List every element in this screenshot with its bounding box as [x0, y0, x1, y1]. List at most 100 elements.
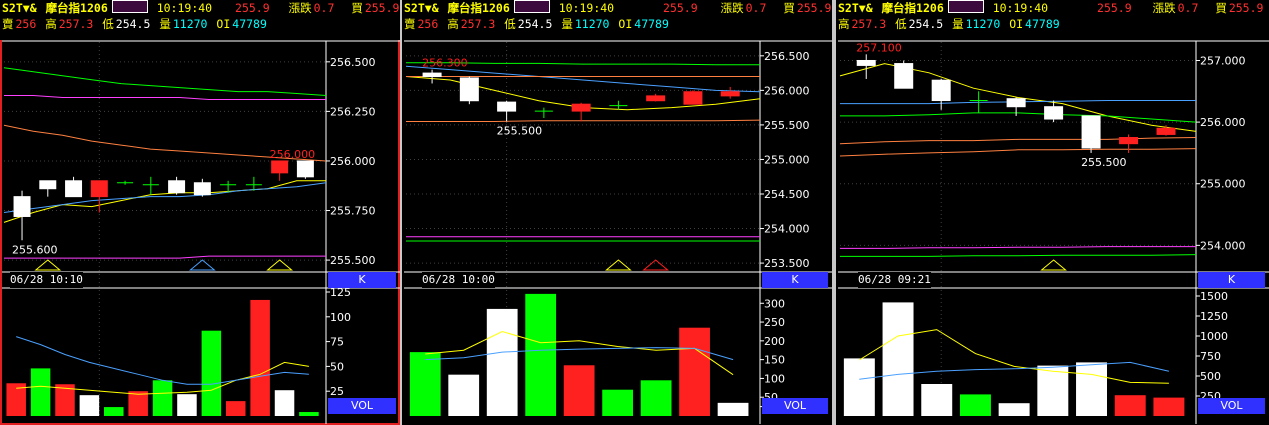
chart-window-3[interactable]: S2T▼& 摩台指1206 10:19:40 255.9 漲跌 0.7 買 255.…	[836, 0, 1269, 425]
volume-bar	[486, 308, 518, 416]
ma-line	[3, 67, 327, 96]
volume-bar	[959, 394, 991, 416]
vol-button[interactable]: VOL	[762, 398, 828, 414]
volume-tick-label: 750	[1200, 350, 1221, 363]
candle-body	[193, 182, 211, 196]
volume-tick-label: 75	[330, 336, 344, 349]
candle-body	[1081, 115, 1101, 149]
candle-body	[931, 79, 951, 102]
signal-marker	[1040, 259, 1067, 271]
ma-line	[4, 255, 326, 259]
volume-bar	[225, 401, 246, 416]
price-tick-label: 256.000	[764, 84, 810, 97]
volume-tick-label: 1000	[1200, 330, 1228, 343]
candlestick-chart[interactable]: 256.500 256.250 256.000 255.750 255.500 256.0…	[0, 0, 400, 425]
volume-bar	[717, 402, 749, 416]
signal-marker	[34, 259, 62, 271]
cursor-datetime: 06/28 09:21	[858, 272, 931, 288]
cursor-datetime: 06/28 10:10	[10, 272, 83, 288]
volume-bar	[152, 380, 173, 416]
volume-bar	[6, 383, 26, 416]
volume-bar	[201, 330, 222, 416]
price-tick-label: 255.000	[1200, 178, 1246, 191]
candle-body	[646, 95, 666, 102]
vol-button[interactable]: VOL	[1198, 398, 1265, 414]
price-tick-label: 253.500	[764, 257, 810, 270]
candle-body	[894, 63, 914, 89]
volume-bar	[299, 412, 319, 416]
volume-bar	[1114, 395, 1146, 416]
extreme-label: 257.100	[856, 41, 902, 54]
candlestick-chart[interactable]: 256.500 256.000 255.500 255.000 254.500 254.0…	[402, 0, 832, 425]
extreme-label: 255.500	[1081, 156, 1127, 169]
volume-tick-label: 200	[764, 335, 785, 348]
volume-tick-label: 25	[330, 385, 344, 398]
ma-line	[839, 63, 1197, 132]
volume-bar	[1153, 397, 1185, 416]
signal-marker	[266, 259, 294, 271]
candle-body	[459, 77, 479, 102]
extreme-label: 255.500	[497, 124, 543, 137]
signal-marker	[642, 259, 670, 271]
volume-bar	[1076, 362, 1107, 416]
volume-tick-label: 50	[330, 360, 344, 373]
chart-window-2[interactable]: S2T▼& 摩台指1206 10:19:40 255.9 漲跌 0.7 買 255.…	[402, 0, 832, 425]
volume-tick-label: 100	[764, 372, 785, 385]
candle-body	[90, 180, 108, 198]
candle-body	[1119, 137, 1139, 145]
vol-button[interactable]: VOL	[328, 398, 396, 414]
volume-bar	[128, 391, 148, 416]
ma-line	[839, 148, 1197, 157]
k-button[interactable]: K	[762, 272, 828, 288]
candle-body	[422, 72, 442, 78]
volume-tick-label: 1500	[1200, 290, 1228, 303]
candle-body	[497, 101, 517, 112]
volume-tick-label: 150	[764, 354, 785, 367]
candle-body	[168, 180, 186, 194]
extreme-label: 255.600	[12, 243, 58, 256]
candle-body	[39, 180, 57, 190]
chart-window-1[interactable]: S2T▼& 摩台指1206 10:19:40 255.9 漲跌 0.7 買 255.…	[0, 0, 400, 425]
cursor-datetime: 06/28 10:00	[422, 272, 495, 288]
signal-marker	[188, 259, 216, 271]
price-tick-label: 254.000	[1200, 239, 1246, 252]
ma-line	[4, 95, 326, 100]
signal-marker	[605, 259, 632, 271]
price-tick-label: 256.500	[330, 56, 376, 69]
volume-bar	[250, 299, 270, 416]
candle-body	[65, 180, 83, 198]
price-tick-label: 256.250	[330, 105, 376, 118]
price-tick-label: 256.500	[764, 50, 810, 63]
volume-bar	[563, 365, 595, 416]
candle-body	[271, 160, 289, 174]
price-tick-label: 255.750	[330, 205, 376, 218]
candle-body	[571, 103, 591, 112]
candle-body	[1044, 106, 1064, 120]
candle-body	[296, 160, 314, 178]
k-button[interactable]: K	[1198, 272, 1265, 288]
candle-body	[856, 59, 876, 66]
ma-line	[840, 254, 1197, 257]
k-button[interactable]: K	[328, 272, 396, 288]
volume-tick-label: 250	[764, 316, 785, 329]
volume-bar	[409, 352, 441, 416]
ma-line	[406, 119, 761, 122]
ma-line	[840, 112, 1197, 123]
volume-bar	[882, 302, 914, 416]
ma-line	[839, 137, 1197, 145]
price-tick-label: 255.500	[764, 119, 810, 132]
volume-bar	[640, 380, 672, 416]
volume-tick-label: 300	[764, 297, 785, 310]
volume-bar	[921, 384, 953, 416]
volume-bar	[998, 403, 1030, 416]
volume-bar	[679, 327, 710, 416]
candle-body	[720, 91, 740, 97]
volume-tick-label: 100	[330, 311, 351, 324]
volume-bar	[602, 389, 634, 416]
volume-bar	[274, 390, 295, 416]
volume-bar	[843, 358, 875, 416]
price-tick-label: 257.000	[1200, 54, 1246, 67]
candlestick-chart[interactable]: 257.000 256.000 255.000 254.000 257.100 255.5…	[836, 0, 1269, 425]
volume-tick-label: 1250	[1200, 310, 1228, 323]
candle-body	[13, 196, 31, 217]
